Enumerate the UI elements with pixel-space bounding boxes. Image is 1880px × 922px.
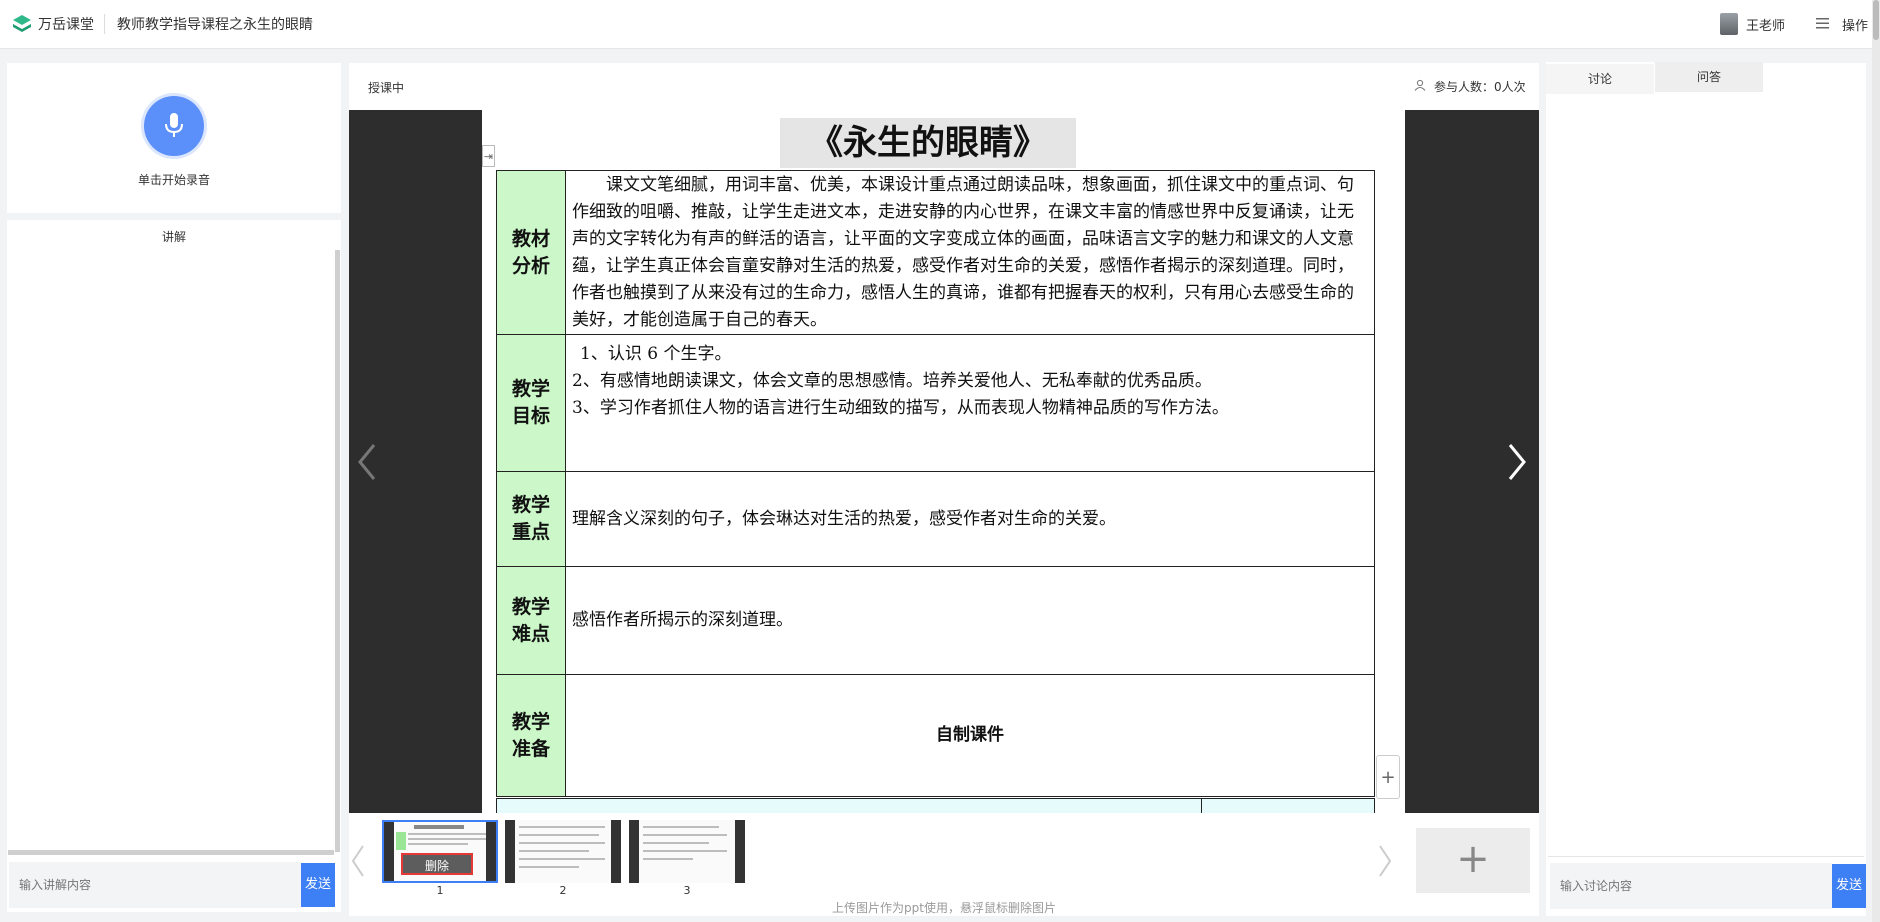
thumbnail-number: 3 [683, 884, 691, 897]
page-scrollbar-thumb[interactable] [1873, 0, 1879, 40]
thumbnail-slide-2[interactable] [505, 820, 621, 883]
discussion-send-button[interactable]: 发送 [1832, 864, 1866, 908]
thumbnail-border [629, 820, 639, 883]
explain-panel [7, 220, 341, 912]
thumbnail-border [505, 820, 515, 883]
lesson-plan-table: 教材 分析 课文文笔细腻，用词丰富、优美，本课设计重点通过朗读品味，想象画面，抓… [496, 170, 1375, 797]
explain-send-button[interactable]: 发送 [301, 863, 335, 907]
menu-icon[interactable] [1816, 17, 1829, 30]
objective-item: 2、有感情地朗读课文，体会文章的思想感情。培养关爱他人、无私奉献的优秀品质。 [572, 371, 1212, 391]
row-content: 理解含义深刻的句子，体会琳达对生活的热爱，感受作者对生命的关爱。 [565, 471, 1375, 567]
table-row: 教材 分析 课文文笔细腻，用词丰富、优美，本课设计重点通过朗读品味，想象画面，抓… [496, 170, 1375, 335]
participants-count: 参与人数：0人次 [1434, 80, 1526, 94]
thumbnail-text-line [519, 842, 605, 844]
thumbnail-next-icon[interactable] [1378, 844, 1392, 878]
header-divider [104, 14, 105, 34]
person-icon [1414, 79, 1426, 91]
tab-qa[interactable]: 问答 [1655, 62, 1763, 92]
explain-input[interactable] [9, 862, 301, 908]
course-title: 教师教学指导课程之永生的眼睛 [117, 17, 313, 33]
page-scrollbar[interactable] [1872, 0, 1880, 922]
slide-expand-icon[interactable]: ⇥ [482, 145, 495, 167]
thumbnail-border [384, 822, 394, 881]
thumbnail-text-line [519, 858, 605, 860]
delete-slide-button[interactable]: 删除 [401, 853, 473, 875]
thumbnail-text-line [643, 850, 727, 852]
explain-horizontal-scrollbar[interactable] [8, 850, 334, 855]
tab-discussion[interactable]: 讨论 [1546, 62, 1654, 94]
microphone-icon [165, 113, 183, 137]
thumbnail-text-line [643, 842, 709, 844]
row-header: 教学 目标 [496, 334, 566, 472]
explain-scrollbar[interactable] [335, 250, 340, 852]
table-row: 教学 重点 理解含义深刻的句子，体会琳达对生活的热爱，感受作者对生命的关爱。 [496, 471, 1375, 567]
user-name[interactable]: 王老师 [1746, 15, 1785, 34]
upload-hint: 上传图片作为ppt使用，悬浮鼠标删除图片 [832, 901, 1056, 915]
avatar[interactable] [1720, 13, 1738, 35]
row-header: 教学 准备 [496, 674, 566, 797]
table-row: 教学 目标 1、认识 6 个生字。 2、有感情地朗读课文，体会文章的思想感情。培… [496, 334, 1375, 472]
thumbnail-text-line [643, 826, 719, 828]
thumbnail-text-line [643, 834, 727, 836]
thumbnail-text-line [519, 826, 605, 828]
thumbnail-text-line [643, 858, 693, 860]
explain-title: 讲解 [161, 230, 186, 244]
thumbnail-text-line [414, 825, 464, 829]
table-row: 教学 准备 自制课件 [496, 674, 1375, 797]
operations-button[interactable]: 操作 [1842, 15, 1868, 34]
row-content: 感悟作者所揭示的深刻道理。 [565, 566, 1375, 675]
thumbnail-text-line [408, 833, 486, 835]
discussion-input[interactable] [1550, 863, 1832, 909]
row-content: 课文文笔细腻，用词丰富、优美，本课设计重点通过朗读品味，想象画面，抓住课文中的重… [565, 170, 1375, 335]
slide-title: 《永生的眼睛》 [780, 118, 1076, 168]
discussion-panel [1546, 63, 1866, 916]
thumbnail-text-line [519, 850, 589, 852]
row-header: 教材 分析 [496, 170, 566, 335]
thumbnail-text-line [408, 843, 468, 845]
thumbnail-text-line [408, 838, 486, 840]
thumbnail-prev-icon[interactable] [351, 844, 365, 878]
lesson-status: 授课中 [368, 81, 405, 95]
row-content: 自制课件 [565, 674, 1375, 797]
prev-slide-icon[interactable] [356, 442, 378, 482]
thumbnail-slide-1[interactable]: 删除 [382, 820, 498, 883]
row-header: 教学 难点 [496, 566, 566, 675]
discussion-divider [1548, 856, 1864, 857]
thumbnail-text-line [519, 834, 599, 836]
row-content: 1、认识 6 个生字。 2、有感情地朗读课文，体会文章的思想感情。培养关爱他人、… [565, 334, 1375, 472]
thumbnail-number: 2 [559, 884, 567, 897]
record-button[interactable] [144, 96, 204, 156]
objective-item: 3、学习作者抓住人物的语言进行生动细致的描写，从而表现人物精神品质的写作方法。 [572, 398, 1229, 418]
table-row: 教学 难点 感悟作者所揭示的深刻道理。 [496, 566, 1375, 675]
thumbnail-border [486, 822, 496, 881]
thumbnail-preview [639, 820, 735, 883]
thumbnail-cell [396, 832, 406, 850]
add-slide-button[interactable]: + [1416, 828, 1530, 893]
next-slide-icon[interactable] [1506, 442, 1528, 482]
thumbnail-border [735, 820, 745, 883]
objective-item: 1、认识 6 个生字。 [580, 344, 732, 364]
zoom-in-button[interactable]: + [1376, 755, 1400, 799]
brand-name: 万岳课堂 [38, 17, 94, 33]
record-label: 单击开始录音 [137, 173, 210, 187]
row-header: 教学 重点 [496, 471, 566, 567]
logo-icon [13, 15, 31, 32]
thumbnail-number: 1 [436, 884, 444, 897]
thumbnail-preview [515, 820, 611, 883]
thumbnail-border [611, 820, 621, 883]
thumbnail-slide-3[interactable] [629, 820, 745, 883]
thumbnail-text-line [519, 866, 579, 868]
